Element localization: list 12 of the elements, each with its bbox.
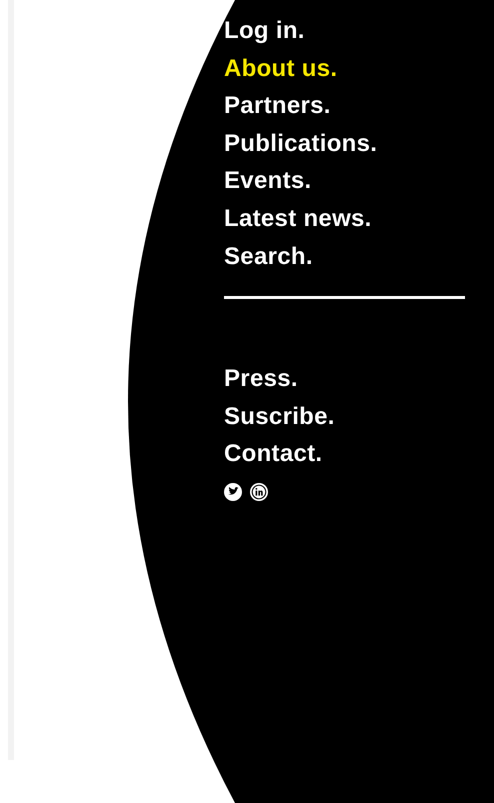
nav-link[interactable]: Latest news. (224, 200, 494, 238)
nav-link[interactable]: Suscribe. (224, 398, 494, 436)
linkedin-icon[interactable] (250, 482, 268, 501)
nav-link[interactable]: Log in. (224, 12, 494, 50)
nav-link[interactable]: Search. (224, 238, 494, 276)
nav-link[interactable]: Events. (224, 162, 494, 200)
nav-link[interactable]: Publications. (224, 124, 494, 162)
nav-link[interactable]: Press. (224, 360, 494, 398)
nav-link[interactable]: Partners. (224, 87, 494, 125)
nav-link[interactable]: Contact. (224, 435, 494, 473)
bird-icon[interactable] (224, 482, 242, 501)
nav-link[interactable]: About us. (224, 50, 494, 88)
